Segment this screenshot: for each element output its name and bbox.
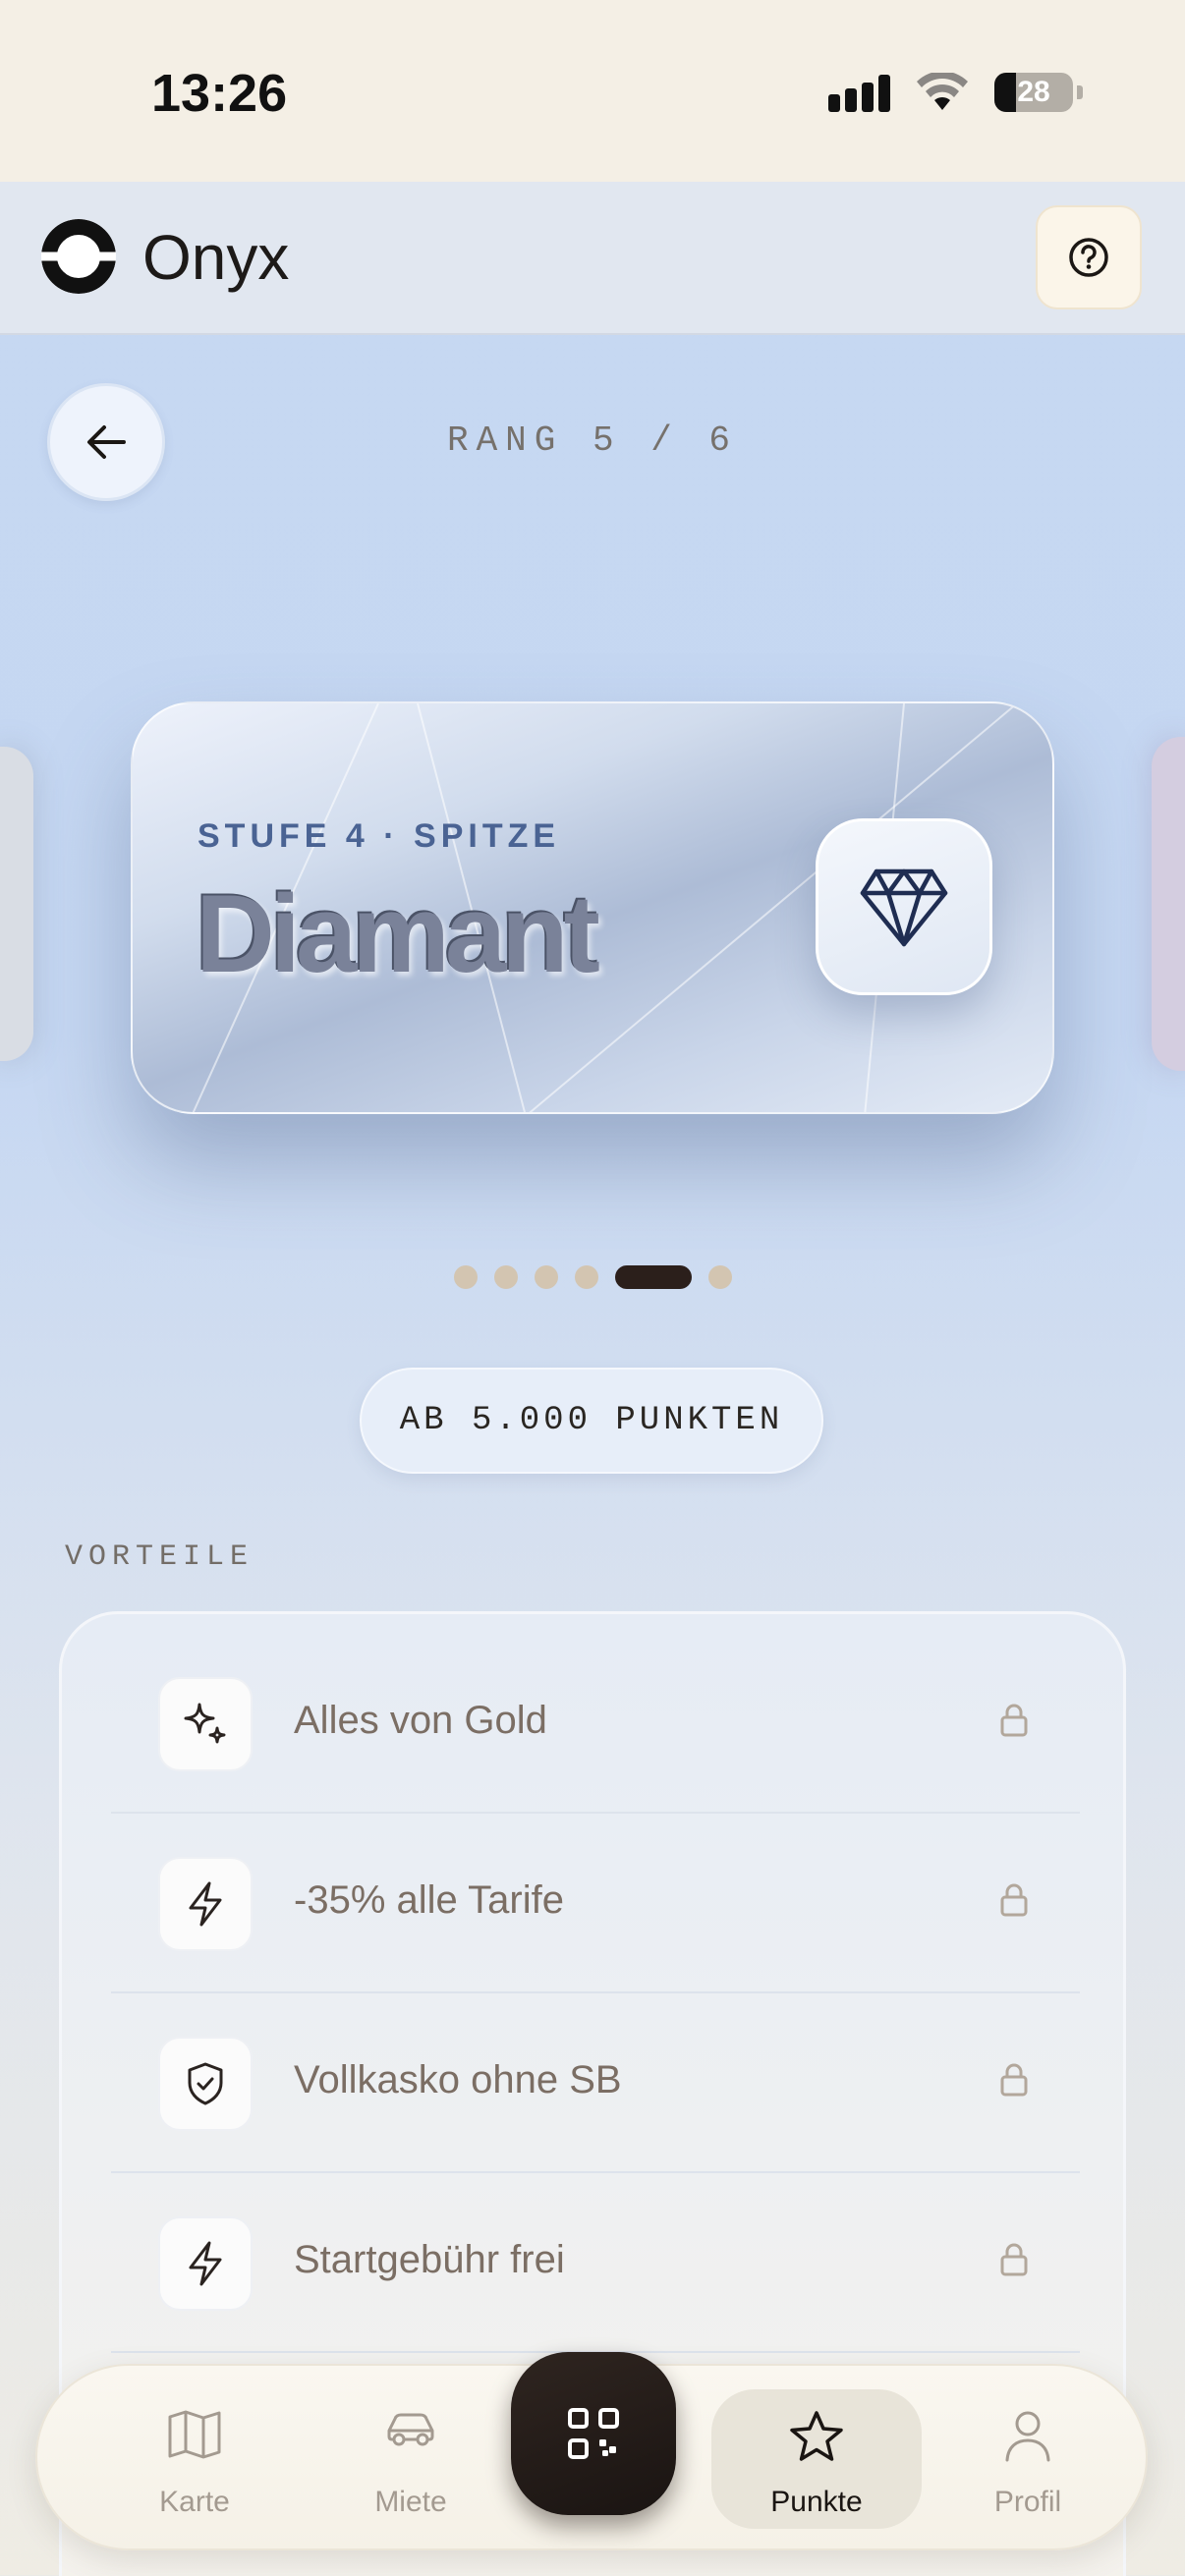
benefit-label: Alles von Gold bbox=[294, 1699, 547, 1742]
qr-scan-button[interactable] bbox=[511, 2352, 676, 2515]
signal-icon bbox=[828, 73, 890, 112]
app-header: Onyx bbox=[0, 182, 1185, 335]
nav-label: Punkte bbox=[770, 2486, 863, 2518]
pagination-dot[interactable] bbox=[493, 1265, 518, 1289]
tier-badge bbox=[816, 818, 992, 995]
car-icon bbox=[387, 2413, 434, 2446]
benefit-icon-box bbox=[158, 2216, 253, 2311]
bottom-navigation: Karte Miete Punkte Profil bbox=[35, 2352, 1148, 2552]
benefit-icon-box bbox=[158, 1677, 253, 1771]
pagination-dot[interactable] bbox=[707, 1265, 732, 1289]
pagination-dot[interactable] bbox=[574, 1265, 598, 1289]
benefit-icon-box bbox=[158, 1857, 253, 1951]
rank-label: RANG 5 / 6 bbox=[446, 420, 739, 461]
lock-icon bbox=[1000, 2243, 1028, 2276]
previous-tier-card[interactable] bbox=[0, 747, 33, 1061]
wifi-icon bbox=[917, 73, 968, 110]
sparkles-icon bbox=[184, 1703, 226, 1744]
next-tier-card[interactable] bbox=[1152, 737, 1185, 1071]
battery-tip bbox=[1077, 85, 1083, 99]
qr-code-icon bbox=[568, 2408, 619, 2459]
carousel-pagination bbox=[0, 1265, 1185, 1289]
pagination-dot[interactable] bbox=[453, 1265, 478, 1289]
benefit-row: Startgebühr frei bbox=[111, 2173, 1080, 2353]
nav-item-karte[interactable]: Karte bbox=[96, 2366, 293, 2552]
battery-level: 28 bbox=[1017, 76, 1050, 108]
nav-label: Karte bbox=[159, 2486, 230, 2518]
battery-icon: 28 bbox=[994, 73, 1073, 112]
benefit-row: -35% alle Tarife bbox=[111, 1814, 1080, 1993]
lock-icon bbox=[1000, 1883, 1028, 1917]
nav-label: Miete bbox=[374, 2486, 447, 2518]
benefit-label: Vollkasko ohne SB bbox=[294, 2058, 622, 2101]
lock-icon bbox=[1000, 2063, 1028, 2097]
help-icon bbox=[1069, 238, 1108, 277]
nav-item-punkte[interactable]: Punkte bbox=[711, 2366, 922, 2552]
star-icon bbox=[790, 2411, 843, 2461]
status-indicators: 28 bbox=[828, 73, 1083, 112]
onyx-logo-icon bbox=[41, 219, 116, 294]
lightning-icon bbox=[189, 1881, 222, 1927]
benefit-row: Vollkasko ohne SB bbox=[111, 1993, 1080, 2173]
lock-icon bbox=[1000, 1704, 1028, 1737]
tier-name: Diamant bbox=[196, 872, 600, 995]
benefit-icon-box bbox=[158, 2037, 253, 2131]
benefit-label: -35% alle Tarife bbox=[294, 1878, 564, 1922]
benefit-label: Startgebühr frei bbox=[294, 2238, 565, 2281]
nav-label: Profil bbox=[993, 2486, 1062, 2518]
user-icon bbox=[1005, 2411, 1050, 2462]
diamond-icon bbox=[860, 868, 948, 947]
status-bar: 13:26 28 bbox=[0, 0, 1185, 182]
benefit-row: Alles von Gold bbox=[111, 1634, 1080, 1814]
points-threshold-pill: AB 5.000 PUNKTEN bbox=[360, 1368, 823, 1474]
nav-item-profil[interactable]: Profil bbox=[930, 2366, 1126, 2552]
nav-item-miete[interactable]: Miete bbox=[312, 2366, 509, 2552]
tier-subtitle: STUFE 4 · SPITZE bbox=[198, 817, 561, 855]
shield-check-icon bbox=[188, 2062, 223, 2105]
status-time: 13:26 bbox=[151, 64, 288, 123]
pagination-dot[interactable] bbox=[534, 1265, 558, 1289]
lightning-icon bbox=[189, 2241, 222, 2286]
map-icon bbox=[168, 2410, 221, 2459]
benefits-section-label: VORTEILE bbox=[65, 1540, 254, 1574]
help-button[interactable] bbox=[1036, 205, 1142, 309]
tier-card[interactable]: STUFE 4 · SPITZE Diamant bbox=[131, 701, 1054, 1114]
pagination-dot-active[interactable] bbox=[614, 1265, 692, 1289]
brand-name: Onyx bbox=[142, 222, 290, 293]
